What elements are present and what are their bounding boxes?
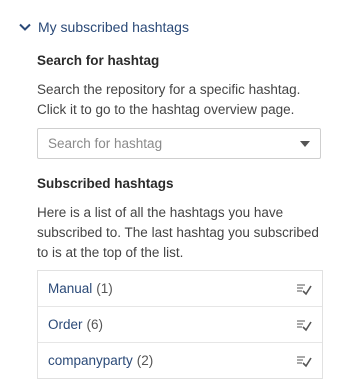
section-title: My subscribed hashtags (38, 19, 189, 35)
hashtag-count: (2) (136, 353, 154, 368)
subscribed-description-line: Here is a list of all the hashtags you h… (37, 205, 284, 220)
hashtag-link[interactable]: Order (48, 317, 83, 332)
subscribed-description-line: subscribed to. The last hashtag you subs… (37, 225, 319, 240)
hashtag-link[interactable]: companyparty (48, 353, 133, 368)
unsubscribe-icon[interactable] (296, 282, 312, 296)
subscribed-description: Here is a list of all the hashtags you h… (37, 203, 327, 263)
subscribed-description-line: to is at the top of the list. (37, 245, 184, 260)
hashtag-count: (6) (86, 317, 104, 332)
hashtag-row: Manual (1) (38, 271, 322, 307)
subscribed-hashtags-panel: My subscribed hashtags Search for hashta… (0, 0, 337, 392)
search-description: Search the repository for a specific has… (37, 80, 327, 120)
unsubscribe-icon[interactable] (296, 318, 312, 332)
search-placeholder: Search for hashtag (48, 136, 163, 151)
search-description-line: Click it to go to the hashtag overview p… (37, 102, 295, 117)
caret-down-icon (300, 140, 310, 147)
hashtag-search-select[interactable]: Search for hashtag (37, 128, 321, 159)
hashtag-row: companyparty (2) (38, 343, 322, 378)
hashtag-count: (1) (96, 281, 113, 296)
subscribed-hashtag-list: Manual (1) Order (6) companyparty (2) (37, 270, 323, 379)
collapse-toggle[interactable]: My subscribed hashtags (18, 17, 189, 37)
unsubscribe-icon[interactable] (296, 354, 312, 368)
subscribed-heading: Subscribed hashtags (37, 176, 174, 191)
search-description-line: Search the repository for a specific has… (37, 82, 301, 97)
hashtag-row: Order (6) (38, 307, 322, 343)
search-heading: Search for hashtag (37, 53, 160, 68)
hashtag-link[interactable]: Manual (48, 281, 92, 296)
chevron-down-icon (18, 20, 32, 34)
